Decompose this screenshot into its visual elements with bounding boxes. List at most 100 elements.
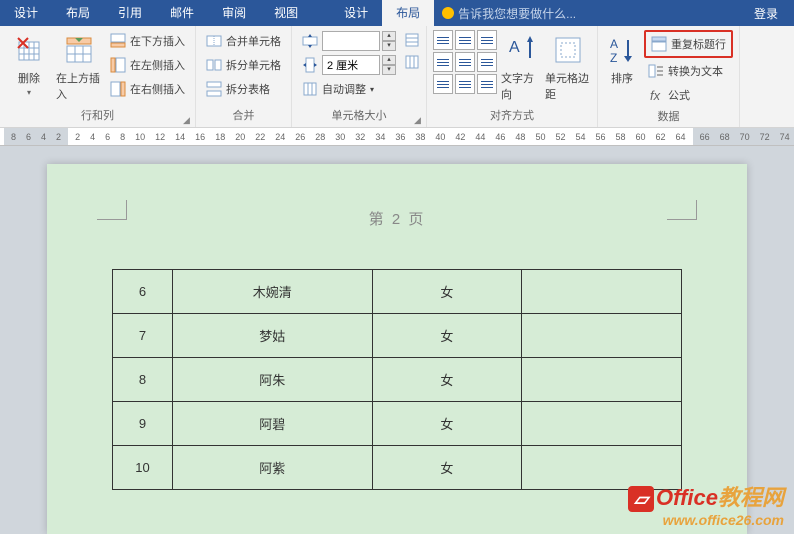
tab-view[interactable]: 视图	[260, 0, 312, 26]
align-br[interactable]	[477, 74, 497, 94]
table-row[interactable]: 9阿碧女	[113, 402, 682, 446]
table-cell[interactable]: 阿碧	[172, 402, 372, 446]
spin-up[interactable]: ▴	[382, 55, 396, 65]
table-cell[interactable]: 10	[113, 446, 173, 490]
dialog-launcher-icon[interactable]: ◢	[414, 115, 424, 125]
tab-table-layout[interactable]: 布局	[382, 0, 434, 26]
alignment-grid	[433, 30, 497, 105]
group-label-merge: 合并	[202, 105, 285, 125]
margin-corner-icon	[667, 200, 697, 220]
align-mr[interactable]	[477, 52, 497, 72]
dropdown-icon: ▾	[370, 85, 374, 94]
document-canvas[interactable]: 第 2 页 6木婉清女7梦姑女8阿朱女9阿碧女10阿紫女	[0, 146, 794, 534]
align-tr[interactable]	[477, 30, 497, 50]
repeat-header-icon	[651, 36, 667, 52]
dropdown-icon: ▾	[27, 88, 31, 97]
tab-table-design[interactable]: 设计	[330, 0, 382, 26]
margin-corner-icon	[97, 200, 127, 220]
table-cell[interactable]	[522, 358, 682, 402]
spin-down[interactable]: ▾	[382, 65, 396, 75]
svg-text:A: A	[610, 37, 618, 51]
formula-icon: fx	[648, 87, 664, 103]
merge-cells-button[interactable]: 合并单元格	[202, 30, 285, 52]
tab-references[interactable]: 引用	[104, 0, 156, 26]
tab-review[interactable]: 审阅	[208, 0, 260, 26]
align-tl[interactable]	[433, 30, 453, 50]
watermark: ▱Office教程网 www.office26.com	[628, 480, 784, 528]
table-cell[interactable]: 7	[113, 314, 173, 358]
login-link[interactable]: 登录	[738, 5, 794, 22]
table-cell[interactable]: 女	[372, 358, 522, 402]
height-spinner[interactable]: ▴▾	[322, 31, 396, 51]
delete-icon	[13, 34, 45, 66]
autofit-button[interactable]: 自动调整 ▾	[298, 78, 400, 100]
table-cell[interactable]: 女	[372, 446, 522, 490]
convert-to-text-button[interactable]: 转换为文本	[644, 60, 733, 82]
align-tc[interactable]	[455, 30, 475, 50]
svg-text:fx: fx	[650, 88, 661, 103]
spin-down[interactable]: ▾	[382, 41, 396, 51]
insert-right-icon	[110, 81, 126, 97]
insert-left-icon	[110, 57, 126, 73]
tab-mail[interactable]: 邮件	[156, 0, 208, 26]
table-row[interactable]: 6木婉清女	[113, 270, 682, 314]
group-rows-cols: 删除 ▾ 在上方插入 在下方插入 在左侧插入 在右侧插入	[0, 26, 196, 127]
table-cell[interactable]: 女	[372, 270, 522, 314]
formula-button[interactable]: fx 公式	[644, 84, 733, 106]
table-cell[interactable]: 9	[113, 402, 173, 446]
insert-left-button[interactable]: 在左侧插入	[106, 54, 189, 76]
dialog-launcher-icon[interactable]: ◢	[183, 115, 193, 125]
group-alignment: A 文字方向 单元格边距 对齐方式	[427, 26, 598, 127]
split-table-button[interactable]: 拆分表格	[202, 78, 285, 100]
tab-design-doc[interactable]: 设计	[0, 0, 52, 26]
spin-up[interactable]: ▴	[382, 31, 396, 41]
table-cell[interactable]: 阿朱	[172, 358, 372, 402]
repeat-header-button[interactable]: 重复标题行	[647, 33, 730, 55]
horizontal-ruler[interactable]: 8642246810121416182022242628303234363840…	[0, 128, 794, 146]
page-header-text: 第 2 页	[87, 184, 707, 269]
content-table[interactable]: 6木婉清女7梦姑女8阿朱女9阿碧女10阿紫女	[112, 269, 682, 490]
tell-me-placeholder: 告诉我您想要做什么...	[458, 5, 576, 22]
sort-button[interactable]: AZ 排序	[604, 30, 640, 106]
insert-right-button[interactable]: 在右侧插入	[106, 78, 189, 100]
repeat-header-highlight: 重复标题行	[644, 30, 733, 58]
height-input[interactable]	[322, 31, 380, 51]
group-label-data: 数据	[604, 106, 733, 126]
delete-button[interactable]: 删除 ▾	[6, 30, 52, 105]
group-data: AZ 排序 重复标题行 转换为文本 fx 公式	[598, 26, 740, 127]
table-cell[interactable]	[522, 314, 682, 358]
insert-above-button[interactable]: 在上方插入	[56, 30, 102, 105]
distribute-rows-icon[interactable]	[404, 32, 420, 48]
width-input[interactable]	[322, 55, 380, 75]
insert-below-button[interactable]: 在下方插入	[106, 30, 189, 52]
align-mc[interactable]	[455, 52, 475, 72]
distribute-cols-icon[interactable]	[404, 54, 420, 70]
split-cells-button[interactable]: 拆分单元格	[202, 54, 285, 76]
split-cells-icon	[206, 57, 222, 73]
ribbon: 删除 ▾ 在上方插入 在下方插入 在左侧插入 在右侧插入	[0, 26, 794, 128]
table-cell[interactable]	[522, 402, 682, 446]
table-row[interactable]: 10阿紫女	[113, 446, 682, 490]
width-spinner[interactable]: ▴▾	[322, 55, 396, 75]
table-cell[interactable]: 女	[372, 402, 522, 446]
insert-below-icon	[110, 33, 126, 49]
table-cell[interactable]: 梦姑	[172, 314, 372, 358]
table-cell[interactable]: 6	[113, 270, 173, 314]
text-direction-button[interactable]: A 文字方向	[501, 30, 541, 105]
tab-layout-doc[interactable]: 布局	[52, 0, 104, 26]
page: 第 2 页 6木婉清女7梦姑女8阿朱女9阿碧女10阿紫女	[47, 164, 747, 534]
table-row[interactable]: 8阿朱女	[113, 358, 682, 402]
table-cell[interactable]: 木婉清	[172, 270, 372, 314]
cell-margins-button[interactable]: 单元格边距	[545, 30, 591, 105]
table-cell[interactable]: 女	[372, 314, 522, 358]
table-cell[interactable]	[522, 270, 682, 314]
align-bl[interactable]	[433, 74, 453, 94]
align-bc[interactable]	[455, 74, 475, 94]
table-cell[interactable]: 8	[113, 358, 173, 402]
table-row[interactable]: 7梦姑女	[113, 314, 682, 358]
merge-cells-icon	[206, 33, 222, 49]
align-ml[interactable]	[433, 52, 453, 72]
title-tabbar: 设计 布局 引用 邮件 审阅 视图 设计 布局 告诉我您想要做什么... 登录	[0, 0, 794, 26]
tell-me-search[interactable]: 告诉我您想要做什么...	[434, 5, 584, 22]
table-cell[interactable]: 阿紫	[172, 446, 372, 490]
